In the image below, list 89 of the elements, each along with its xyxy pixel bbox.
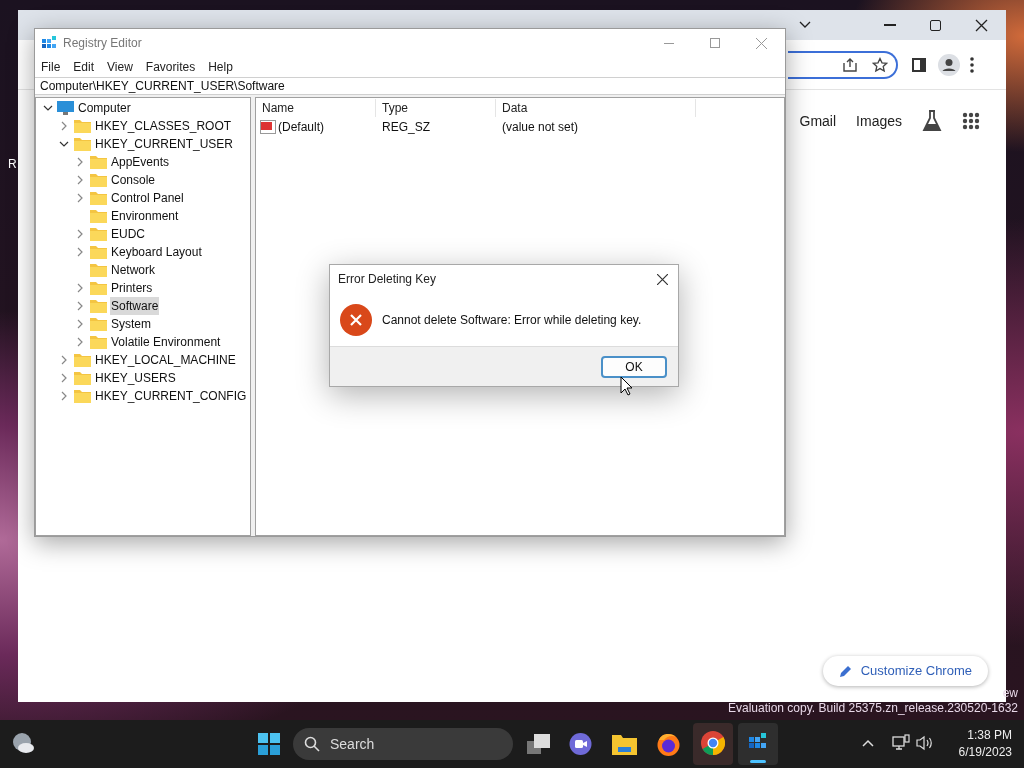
menu-item[interactable]: View bbox=[107, 58, 133, 76]
tree-item[interactable]: HKEY_CURRENT_USER bbox=[94, 135, 235, 153]
chrome-icon bbox=[701, 731, 725, 755]
desktop-icon-label: R bbox=[8, 156, 17, 173]
taskbar-app-button[interactable] bbox=[693, 723, 733, 765]
menu-item[interactable]: Favorites bbox=[145, 58, 196, 76]
camera-chat-icon[interactable] bbox=[568, 732, 593, 757]
computer-icon bbox=[57, 101, 74, 115]
menu-icon[interactable] bbox=[970, 56, 974, 73]
apps-grid-icon[interactable] bbox=[962, 112, 980, 130]
tree-item[interactable]: EUDC bbox=[110, 225, 146, 243]
folder-icon bbox=[90, 281, 107, 295]
browser-fox-icon[interactable] bbox=[656, 732, 681, 757]
tree-item[interactable]: Keyboard Layout bbox=[110, 243, 203, 261]
table-cell-text: REG_SZ bbox=[381, 119, 431, 136]
tree-item[interactable]: Environment bbox=[110, 207, 180, 225]
column-header[interactable]: Type bbox=[376, 99, 496, 117]
folder-icon bbox=[90, 317, 107, 331]
tree-item[interactable]: Printers bbox=[110, 279, 154, 297]
folder-icon bbox=[90, 155, 107, 169]
tree-item[interactable]: Console bbox=[110, 171, 157, 189]
cursor-icon bbox=[620, 376, 633, 396]
folder-icon bbox=[74, 353, 91, 367]
search-icon bbox=[304, 736, 320, 752]
folder-icon[interactable] bbox=[612, 733, 637, 755]
customize-chrome-button[interactable]: Customize Chrome bbox=[822, 656, 988, 686]
window-title: Registry Editor bbox=[63, 35, 142, 52]
tree-item[interactable]: HKEY_LOCAL_MACHINE bbox=[94, 351, 237, 369]
folder-icon bbox=[90, 191, 107, 205]
chevron-up-icon[interactable] bbox=[862, 739, 874, 747]
menu-item[interactable]: Edit bbox=[73, 58, 95, 76]
error-message: Cannot delete Software: Error while deleting key. bbox=[382, 311, 642, 329]
volume-icon[interactable] bbox=[916, 735, 933, 751]
tree-item[interactable]: Software bbox=[110, 297, 160, 315]
side-panel-icon[interactable] bbox=[912, 57, 926, 72]
ok-button[interactable]: OK bbox=[601, 355, 667, 378]
profile-icon[interactable] bbox=[938, 53, 960, 76]
dialog-title: Error Deleting Key bbox=[338, 271, 437, 288]
tree-item[interactable]: HKEY_CURRENT_CONFIG bbox=[94, 387, 248, 405]
folder-icon bbox=[74, 389, 91, 403]
registry-editor-icon bbox=[42, 35, 57, 51]
tree-item[interactable]: Computer bbox=[77, 99, 132, 117]
network-icon[interactable] bbox=[892, 734, 910, 752]
error-icon bbox=[340, 303, 372, 336]
tree-item[interactable]: AppEvents bbox=[110, 153, 171, 171]
address-field[interactable]: Computer\HKEY_CURRENT_USER\Software bbox=[35, 77, 785, 95]
search-box[interactable]: Search bbox=[293, 728, 513, 760]
star-icon[interactable] bbox=[872, 56, 888, 73]
folder-icon bbox=[90, 263, 107, 277]
active-indicator bbox=[750, 760, 766, 763]
tree-item[interactable]: System bbox=[110, 315, 152, 333]
clock-date[interactable]: 6/19/2023 bbox=[958, 744, 1012, 761]
clock-time[interactable]: 1:38 PM bbox=[967, 727, 1012, 744]
string-value-icon bbox=[260, 120, 276, 134]
folder-icon bbox=[90, 245, 107, 259]
folder-icon bbox=[74, 137, 91, 151]
taskbar-app-button[interactable] bbox=[738, 723, 778, 765]
flask-icon[interactable] bbox=[922, 110, 942, 132]
tree-item[interactable]: HKEY_CLASSES_ROOT bbox=[94, 117, 233, 135]
close-icon[interactable] bbox=[657, 273, 668, 285]
close-icon[interactable] bbox=[975, 18, 988, 32]
header-link[interactable]: Gmail bbox=[799, 110, 837, 132]
minimize-icon[interactable] bbox=[664, 42, 674, 44]
weather-icon[interactable] bbox=[11, 732, 35, 754]
column-header[interactable]: Data bbox=[496, 99, 696, 117]
address-bar[interactable] bbox=[788, 50, 898, 79]
folder-icon bbox=[74, 119, 91, 133]
folder-icon bbox=[90, 299, 107, 313]
start-icon[interactable] bbox=[258, 733, 280, 755]
column-header[interactable]: Name bbox=[256, 99, 376, 117]
table-cell-text: (Default) bbox=[278, 119, 324, 136]
folder-icon bbox=[74, 371, 91, 385]
watermark-text: Evaluation copy. Build 25375.zn_release.230520-1632 bbox=[728, 700, 1018, 716]
tree-item[interactable]: Network bbox=[110, 261, 156, 279]
menu-item[interactable]: Help bbox=[208, 58, 233, 76]
header-link[interactable]: Images bbox=[856, 110, 902, 132]
folder-icon bbox=[90, 173, 107, 187]
tree-item[interactable]: Control Panel bbox=[110, 189, 185, 207]
maximize-icon[interactable] bbox=[930, 19, 941, 31]
share-icon[interactable] bbox=[842, 56, 858, 73]
folder-icon bbox=[90, 227, 107, 241]
table-cell-text: (value not set) bbox=[501, 119, 580, 136]
pencil-icon bbox=[838, 664, 853, 678]
folder-icon bbox=[90, 209, 107, 223]
tree-item[interactable]: HKEY_USERS bbox=[94, 369, 177, 387]
menu-item[interactable]: File bbox=[41, 58, 61, 76]
task-view-icon[interactable] bbox=[527, 733, 551, 755]
tree-item[interactable]: Volatile Environment bbox=[110, 333, 222, 351]
folder-icon bbox=[90, 335, 107, 349]
